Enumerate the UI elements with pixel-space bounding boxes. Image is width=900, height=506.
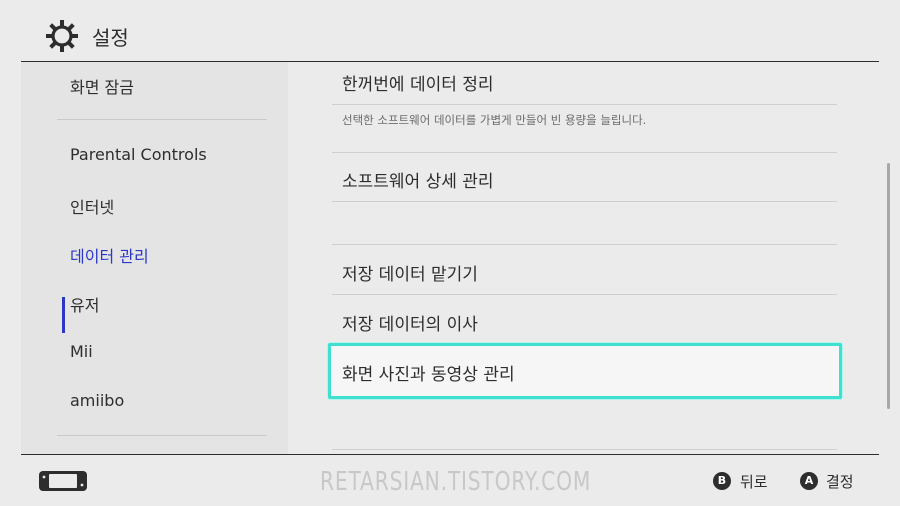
- row-software-management[interactable]: 소프트웨어 상세 관리: [342, 167, 494, 192]
- sidebar-divider: [57, 435, 267, 436]
- page-title: 설정: [92, 26, 129, 50]
- scrollbar[interactable]: [887, 163, 890, 409]
- sidebar-divider: [57, 119, 267, 120]
- row-divider: [332, 294, 837, 295]
- row-screenshots-videos[interactable]: 화면 사진과 동영상 관리: [342, 360, 515, 385]
- sidebar: 화면 잠금 Parental Controls 인터넷 데이터 관리 유저 Mi…: [21, 62, 288, 454]
- sidebar-item-data-management[interactable]: 데이터 관리: [70, 243, 149, 267]
- row-save-data-cloud[interactable]: 저장 데이터 맡기기: [342, 260, 478, 285]
- footer: RETARSIAN.TISTORY.COM B 뒤로 A 결정: [0, 455, 900, 506]
- sidebar-item-mii[interactable]: Mii: [70, 342, 93, 361]
- console-icon: [39, 471, 87, 491]
- a-button-icon: A: [800, 472, 818, 490]
- header: 설정: [0, 0, 900, 62]
- row-divider: [332, 104, 837, 105]
- row-divider: [332, 201, 837, 202]
- back-button[interactable]: 뒤로: [740, 471, 768, 492]
- sidebar-item-screen-lock[interactable]: 화면 잠금: [70, 74, 134, 98]
- selection-indicator: [62, 297, 65, 333]
- focused-row[interactable]: 화면 사진과 동영상 관리: [328, 343, 842, 399]
- sidebar-item-users[interactable]: 유저: [70, 292, 99, 316]
- row-cleanup-data[interactable]: 한꺼번에 데이터 정리: [342, 70, 494, 95]
- sidebar-item-parental-controls[interactable]: Parental Controls: [70, 145, 207, 164]
- watermark: RETARSIAN.TISTORY.COM: [320, 467, 592, 497]
- row-save-data-transfer[interactable]: 저장 데이터의 이사: [342, 310, 478, 335]
- gear-icon: [46, 20, 78, 52]
- row-divider: [332, 449, 837, 450]
- confirm-button[interactable]: 결정: [826, 471, 854, 492]
- sidebar-item-internet[interactable]: 인터넷: [70, 194, 114, 218]
- row-divider: [332, 152, 837, 153]
- row-divider: [332, 244, 837, 245]
- b-button-icon: B: [713, 472, 731, 490]
- sidebar-item-amiibo[interactable]: amiibo: [70, 391, 124, 410]
- settings-list: 한꺼번에 데이터 정리 선택한 소프트웨어 데이터를 가볍게 만들어 빈 용량을…: [288, 62, 878, 454]
- row-cleanup-description: 선택한 소프트웨어 데이터를 가볍게 만들어 빈 용량을 늘립니다.: [342, 113, 647, 127]
